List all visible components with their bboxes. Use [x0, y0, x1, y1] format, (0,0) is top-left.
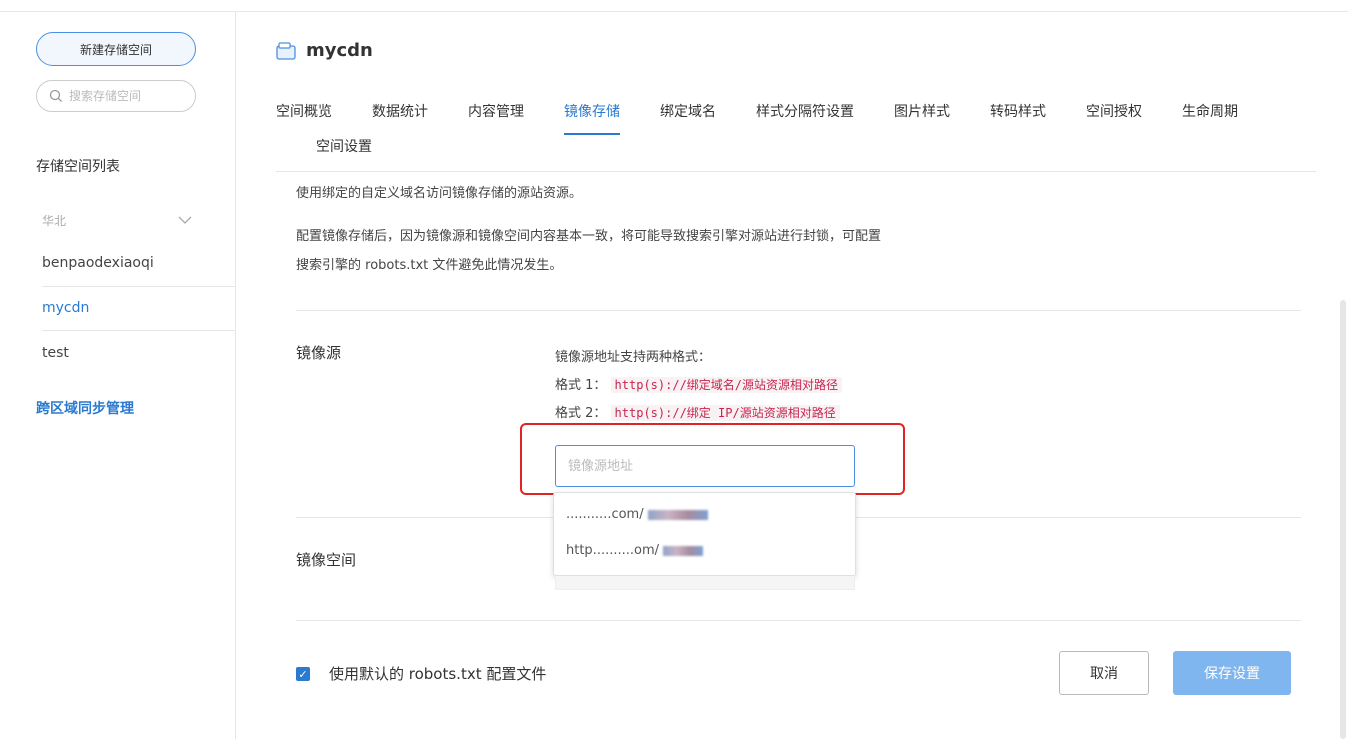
divider	[42, 286, 236, 287]
new-bucket-button[interactable]: 新建存储空间	[36, 32, 196, 66]
tab-content[interactable]: 内容管理	[468, 101, 524, 121]
format-2-label: 格式 2：	[555, 406, 607, 421]
highlight-box	[520, 423, 905, 495]
suggestion-dropdown: ...........com/ http..........om/	[553, 492, 856, 576]
bucket-list-title: 存储空间列表	[36, 159, 120, 175]
search-icon	[49, 89, 62, 102]
save-button[interactable]: 保存设置	[1173, 651, 1291, 695]
mirror-source-label: 镜像源	[296, 344, 342, 362]
divider	[296, 310, 1301, 311]
suggestion-text: ...........com/	[566, 507, 644, 522]
divider	[42, 330, 236, 331]
intro-line-3: 搜索引擎的 robots.txt 文件避免此情况发生。	[296, 258, 563, 273]
region-group-north[interactable]: 华北	[42, 210, 192, 230]
intro-line-2: 配置镜像存储后，因为镜像源和镜像空间内容基本一致，将可能导致搜索引擎对源站进行封…	[296, 229, 882, 244]
mirror-space-label: 镜像空间	[296, 551, 357, 569]
format-2: 格式 2： http(s)://绑定 IP/源站资源相对路径	[555, 402, 840, 421]
format-1-code: http(s)://绑定域名/源站资源相对路径	[610, 377, 843, 393]
suggestion-item[interactable]: http..........om/	[566, 543, 704, 558]
format-1: 格式 1： http(s)://绑定域名/源站资源相对路径	[555, 374, 843, 393]
cross-region-sync-link[interactable]: 跨区域同步管理	[36, 398, 134, 418]
mirror-source-hint: 镜像源地址支持两种格式：	[555, 350, 712, 365]
top-bar	[0, 0, 1348, 12]
region-label: 华北	[42, 213, 67, 228]
tab-authorization[interactable]: 空间授权	[1086, 101, 1142, 121]
format-1-label: 格式 1：	[555, 378, 607, 393]
bucket-name: mycdn	[306, 40, 373, 61]
sidebar: 新建存储空间 存储空间列表 华北 benpaodexiaoqi mycdn te…	[0, 12, 236, 739]
tab-bar: 空间概览 数据统计 内容管理 镜像存储 绑定域名 样式分隔符设置 图片样式 转码…	[276, 92, 1316, 172]
tab-image-style[interactable]: 图片样式	[894, 101, 950, 121]
bucket-search-input[interactable]	[69, 89, 184, 103]
robots-checkbox[interactable]: ✓	[296, 667, 310, 681]
tab-domain[interactable]: 绑定域名	[660, 101, 716, 121]
suggestion-item[interactable]: ...........com/	[566, 507, 708, 522]
mirror-space-select[interactable]	[555, 576, 855, 590]
sidebar-item-mycdn[interactable]: mycdn	[42, 300, 89, 316]
redacted-mask	[663, 545, 704, 556]
suggestion-text: http..........om/	[566, 543, 660, 558]
scrollbar[interactable]	[1340, 300, 1346, 739]
tab-statistics[interactable]: 数据统计	[372, 101, 428, 121]
cancel-button[interactable]: 取消	[1059, 651, 1149, 695]
bucket-search[interactable]	[36, 80, 196, 112]
tab-style-separator[interactable]: 样式分隔符设置	[756, 101, 854, 121]
active-tab-indicator	[564, 133, 620, 135]
chevron-down-icon	[178, 216, 192, 224]
tab-transcode[interactable]: 转码样式	[990, 101, 1046, 121]
tab-mirror-storage[interactable]: 镜像存储	[564, 101, 620, 121]
robots-checkbox-label: 使用默认的 robots.txt 配置文件	[329, 665, 547, 683]
bucket-icon	[276, 41, 296, 60]
divider	[296, 620, 1301, 621]
sidebar-item-test[interactable]: test	[42, 345, 69, 361]
tab-settings[interactable]: 空间设置	[316, 136, 372, 156]
redacted-mask	[647, 509, 708, 520]
sidebar-item-benpaodexiaoqi[interactable]: benpaodexiaoqi	[42, 255, 154, 271]
tab-lifecycle[interactable]: 生命周期	[1182, 101, 1238, 121]
intro-line-1: 使用绑定的自定义域名访问镜像存储的源站资源。	[296, 186, 583, 201]
format-2-code: http(s)://绑定 IP/源站资源相对路径	[610, 405, 840, 421]
page-title: mycdn	[276, 40, 373, 61]
tab-overview[interactable]: 空间概览	[276, 101, 332, 121]
